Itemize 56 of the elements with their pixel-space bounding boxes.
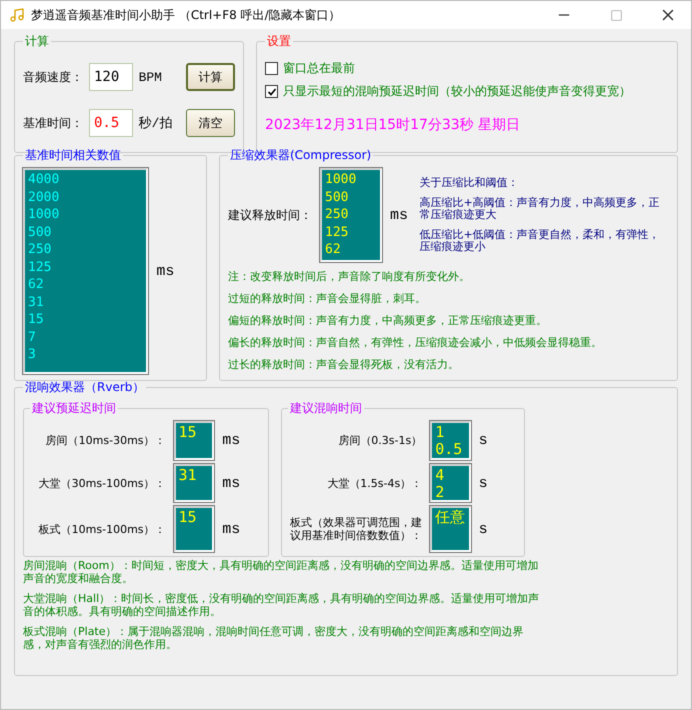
action-button[interactable]: 清空 (186, 109, 235, 137)
unit-label: s (478, 520, 489, 538)
field-label: 建议释放时间： (228, 206, 312, 224)
checkbox[interactable] (265, 85, 278, 98)
field-label: 基准时间： (23, 114, 83, 132)
unit-label: ms (390, 206, 410, 224)
value-list[interactable]: 4000 2000 1000 500 250 125 62 31 15 7 3 (23, 168, 148, 374)
unit-label: ms (222, 432, 242, 449)
description-text: 板式混响（Plate）：属于混响器混响，混响时间任意可调，密度大，没有明确的空间距离感和空间边界感，对声音有强烈的润色作用。 (23, 625, 525, 651)
description-text: 房间混响（Room）：时间短，密度大，具有明确的空间距离感，没有明确的空间边界感。适量使用可增加声音的宽度和融合度。 (23, 559, 540, 585)
value-list[interactable]: 1000 500 250 125 62 (320, 168, 382, 262)
field-label: 大堂（30ms-100ms）： (38, 476, 166, 490)
checkbox-label[interactable]: 只显示最短的混响预延迟时间（较小的预延迟能使声音变得更宽） (283, 83, 631, 100)
group-title: 混响效果器（Rverb） (24, 379, 146, 396)
music-note-icon (9, 7, 25, 23)
about-heading: 关于压缩比和阈值： (420, 177, 520, 189)
group-title: 设置 (266, 33, 292, 50)
group-title: 建议预延迟时间 (31, 400, 117, 417)
value-field[interactable]: 任意 (430, 506, 471, 552)
note-text: 偏短的释放时间：声音有力度，中高频更多，正常压缩痕迹更重。 (228, 313, 548, 328)
value-field[interactable]: 1 0.5 (430, 421, 471, 460)
group-title: 计算 (24, 33, 50, 50)
action-button[interactable]: 计算 (186, 63, 235, 91)
unit-label: s (478, 432, 489, 449)
value-field[interactable]: 31 (174, 464, 214, 502)
note-text: 注：改变释放时间后，声音除了响度有所变化外。 (228, 269, 471, 284)
group-title: 基准时间相关数值 (24, 147, 122, 164)
value-field[interactable]: 15 (174, 506, 214, 552)
value-field[interactable]: 15 (174, 421, 214, 460)
field-label: 房间（0.3s-1s） (337, 434, 422, 447)
input-field[interactable]: 120 (89, 63, 133, 91)
group-title: 建议混响时间 (289, 400, 363, 417)
unit-label: s (478, 474, 489, 492)
field-label: 板式（10ms-100ms）： (38, 522, 166, 536)
date-time-text: 2023年12月31日15时17分33秒 星期日 (265, 116, 522, 134)
description-text: 大堂混响（Hall）：时间长，密度低，没有明确的空间距离感，具有明确的空间边界感。适量使用可增加声音的体积感。具有明确的空间描述作用。 (23, 592, 540, 618)
unit-label: ms (222, 474, 242, 492)
input-field[interactable]: 0.5 (89, 109, 133, 137)
checkbox-label[interactable]: 窗口总在最前 (283, 60, 355, 77)
group-title: 压缩效果器(Compressor) (229, 147, 372, 164)
unit-label: BPM (138, 70, 163, 84)
about-text: 低压缩比+低阈值：声音更自然，柔和，有弹性，压缩痕迹更小 (420, 229, 661, 253)
field-label: 房间（10ms-30ms）： (44, 434, 166, 447)
about-text: 高压缩比+高阈值：声音有力度，中高频更多，正常压缩痕迹更大 (420, 197, 661, 221)
field-label: 大堂（1.5s-4s）： (326, 476, 422, 490)
window-title: 梦逍遥音频基准时间小助手 （Ctrl+F8 呼出/隐藏本窗口） (31, 6, 342, 24)
value-field[interactable]: 4 2 (430, 464, 471, 502)
note-text: 过长的释放时间：声音会显得死板，没有活力。 (228, 357, 460, 372)
checkbox[interactable] (265, 62, 278, 75)
note-text: 过短的释放时间：声音会显得脏，刺耳。 (228, 291, 427, 306)
unit-label: 秒/拍 (138, 115, 174, 132)
note-text: 偏长的释放时间：声音自然，有弹性，压缩痕迹会减小，中低频会显得稳重。 (228, 335, 603, 350)
unit-label: ms (222, 520, 242, 538)
unit-label: ms (156, 262, 176, 280)
field-label: 音频速度： (23, 68, 83, 86)
field-label: 板式（效果器可调范围，建议用基准时间倍数数值）： (289, 516, 422, 542)
